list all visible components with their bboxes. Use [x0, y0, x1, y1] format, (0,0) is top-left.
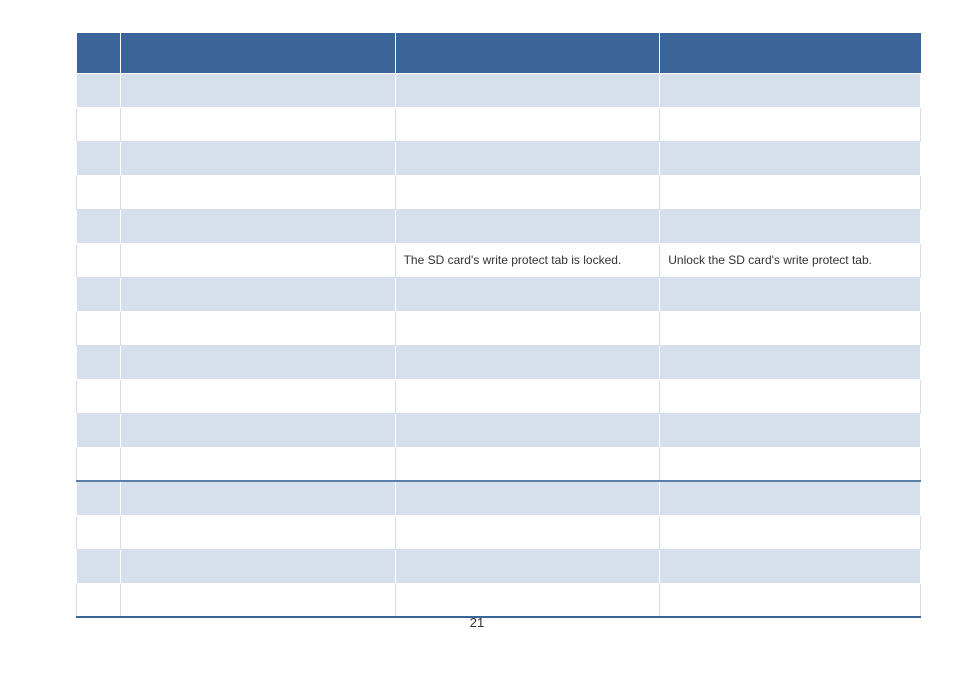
- table-cell: [660, 141, 921, 175]
- table-cell: [120, 141, 395, 175]
- table-cell: [120, 311, 395, 345]
- table-cell: [77, 379, 121, 413]
- table-row: [77, 277, 921, 311]
- table-cell: [660, 175, 921, 209]
- table-row: The SD card's write protect tab is locke…: [77, 243, 921, 277]
- table-cell: Unlock the SD card's write protect tab.: [660, 243, 921, 277]
- table-cell: [120, 379, 395, 413]
- table-cell: [395, 73, 660, 107]
- table-cell: [77, 583, 121, 617]
- table-cell: [120, 413, 395, 447]
- data-table: The SD card's write protect tab is locke…: [76, 33, 921, 618]
- table-cell: [660, 447, 921, 481]
- table-row: [77, 175, 921, 209]
- table-header-cell: [77, 33, 121, 73]
- table-row: [77, 549, 921, 583]
- table-cell: [660, 379, 921, 413]
- table-row: [77, 447, 921, 481]
- table-cell: [120, 107, 395, 141]
- table-row: [77, 515, 921, 549]
- table-cell: [395, 311, 660, 345]
- table-row: [77, 583, 921, 617]
- table-cell: [77, 311, 121, 345]
- table-cell: [77, 107, 121, 141]
- table-cell: [395, 379, 660, 413]
- table-cell: [120, 583, 395, 617]
- table-row: [77, 107, 921, 141]
- table-cell: [395, 515, 660, 549]
- table-header-cell: [660, 33, 921, 73]
- table-cell: [120, 447, 395, 481]
- table-cell: [77, 515, 121, 549]
- table-cell: [77, 549, 121, 583]
- table-header-cell: [395, 33, 660, 73]
- table-row: [77, 481, 921, 515]
- table-row: [77, 311, 921, 345]
- table-cell: [660, 311, 921, 345]
- table-cell: [660, 345, 921, 379]
- table-cell: [660, 277, 921, 311]
- table-cell: [660, 583, 921, 617]
- table-cell: [660, 515, 921, 549]
- table-cell: [120, 175, 395, 209]
- table-cell: [120, 73, 395, 107]
- table-cell: [395, 481, 660, 515]
- table-cell: [77, 345, 121, 379]
- table-cell: [120, 345, 395, 379]
- table-row: [77, 413, 921, 447]
- table-row: [77, 345, 921, 379]
- table-cell: [77, 481, 121, 515]
- table-cell: [395, 583, 660, 617]
- table-cell: [77, 277, 121, 311]
- table-row: [77, 209, 921, 243]
- table-cell: The SD card's write protect tab is locke…: [395, 243, 660, 277]
- table-row: [77, 141, 921, 175]
- table-cell: [120, 515, 395, 549]
- table-cell: [660, 73, 921, 107]
- table-cell: [395, 447, 660, 481]
- table-header-row: [77, 33, 921, 73]
- table-cell: [120, 549, 395, 583]
- table-cell: [395, 175, 660, 209]
- table-cell: [660, 481, 921, 515]
- table-cell: [120, 277, 395, 311]
- table-cell: [120, 243, 395, 277]
- table-cell: [77, 209, 121, 243]
- table-cell: [77, 447, 121, 481]
- table-cell: [660, 209, 921, 243]
- table-container: The SD card's write protect tab is locke…: [76, 33, 921, 618]
- table-row: [77, 73, 921, 107]
- table-cell: [77, 175, 121, 209]
- table-cell: [395, 345, 660, 379]
- table-cell: [77, 243, 121, 277]
- table-cell: [120, 209, 395, 243]
- table-header-cell: [120, 33, 395, 73]
- table-cell: [395, 277, 660, 311]
- table-cell: [660, 413, 921, 447]
- table-cell: [395, 413, 660, 447]
- table-cell: [395, 549, 660, 583]
- table-cell: [660, 549, 921, 583]
- table-cell: [120, 481, 395, 515]
- table-row: [77, 379, 921, 413]
- table-cell: [77, 413, 121, 447]
- table-cell: [77, 73, 121, 107]
- table-cell: [660, 107, 921, 141]
- table-cell: [77, 141, 121, 175]
- table-cell: [395, 141, 660, 175]
- page-number: 21: [0, 615, 954, 630]
- table-cell: [395, 209, 660, 243]
- table-cell: [395, 107, 660, 141]
